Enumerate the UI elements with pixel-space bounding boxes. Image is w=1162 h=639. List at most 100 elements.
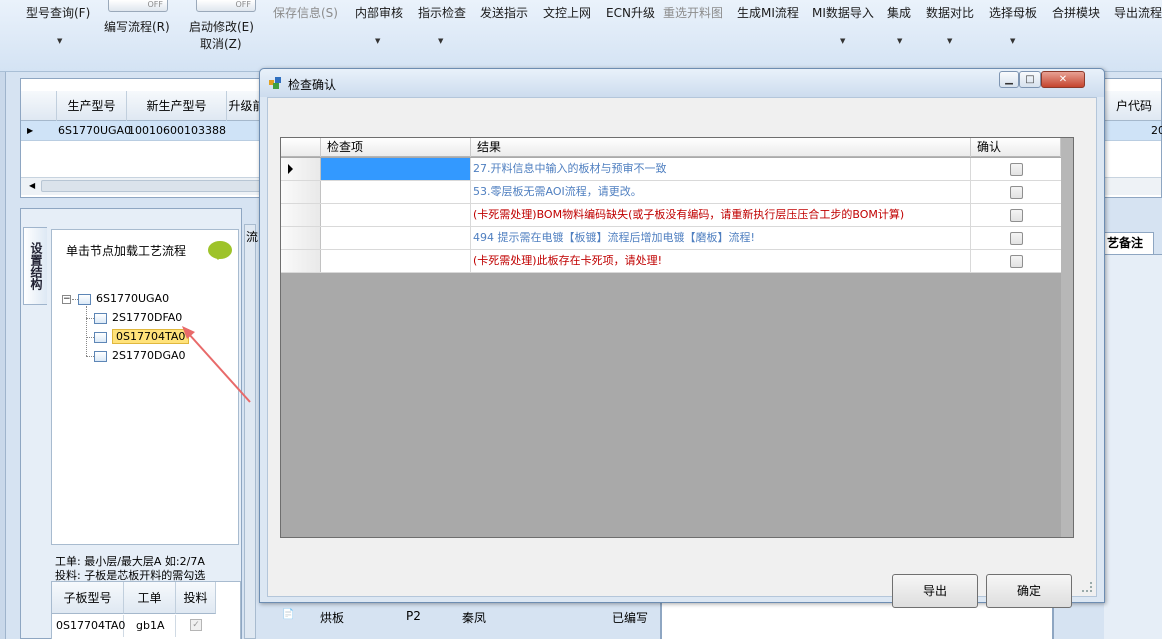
mi-data-import-button[interactable]: MI数据导入 [812,4,874,21]
cell-sub-model[interactable]: 0S17704TA0 [52,615,125,637]
internal-review-dropdown-icon[interactable]: ▼ [375,37,380,45]
data-compare-dropdown-icon[interactable]: ▼ [947,37,952,45]
column-header-order[interactable]: 工单 [124,582,176,614]
dialog-titlebar[interactable]: 检查确认 ▁ □ ✕ [260,69,1104,97]
export-flow-button[interactable]: 导出流程 [1114,4,1162,21]
cell-result[interactable]: 494 提示需在电镀【板镀】流程后增加电镀【磨板】流程! [471,227,971,249]
model-query-dropdown-icon[interactable]: ▼ [57,37,62,45]
start-modify-toggle[interactable]: OFF [196,0,256,12]
feeding-checkbox[interactable]: ✓ [190,619,202,631]
cell-step-code[interactable]: P2 [406,609,421,623]
cell-person[interactable]: 秦凤 [462,609,486,626]
save-info-button[interactable]: 保存信息(S) [273,4,338,21]
scroll-left-icon[interactable]: ◀ [29,181,35,190]
write-flow-button[interactable]: 编写流程(R) [104,18,170,35]
table-row[interactable]: 27.开料信息中输入的板材与预审不一致 [281,158,1061,181]
table-row[interactable]: 53.零层板无需AOI流程，请更改。 [281,181,1061,204]
cell-confirm [971,204,1061,226]
internal-review-button[interactable]: 内部审核 [355,4,403,21]
tree-node-child[interactable]: 2S1770DFA0 [94,311,182,324]
select-all-corner[interactable] [281,138,321,157]
vertical-scrollbar[interactable] [1061,138,1073,537]
send-instruction-button[interactable]: 发送指示 [480,4,528,21]
cell-confirm [971,227,1061,249]
ok-button[interactable]: 确定 [986,574,1072,608]
doc-control-online-button[interactable]: 文控上网 [543,4,591,21]
ecn-upgrade-button[interactable]: ECN升级 [606,4,655,21]
column-header-model[interactable]: 生产型号 [57,91,127,121]
integrate-button[interactable]: 集成 [887,4,911,21]
table-row[interactable]: (卡死需处理)此板存在卡死项，请处理! [281,250,1061,273]
instruction-check-button[interactable]: 指示检查 [418,4,466,21]
column-header-feeding[interactable]: 投料 [176,582,216,614]
cell-step-name[interactable]: 烘板 [320,609,344,626]
cell-check-item[interactable] [321,227,471,249]
column-header-result[interactable]: 结果 [471,138,971,157]
cell-check-item[interactable] [321,181,471,203]
model-query-button[interactable]: 型号查询(F) [26,4,90,21]
table-row[interactable]: (卡死需处理)BOM物料编码缺失(或子板没有编码，请重新执行层压压合工步的BOM… [281,204,1061,227]
column-header-new-model[interactable]: 新生产型号 [127,91,227,121]
cell-confirm [971,181,1061,203]
collapse-icon[interactable]: − [62,295,71,304]
sub-board-grid: 子板型号 工单 投料 0S17704TA0 gb1A ✓ [51,581,241,639]
flow-panel-label: 流 [246,230,259,244]
resize-grip-icon[interactable] [1082,582,1092,592]
mi-data-import-dropdown-icon[interactable]: ▼ [840,37,845,45]
merge-module-button[interactable]: 合拼模块 [1052,4,1100,21]
row-header[interactable] [281,250,321,272]
column-header-sub-model[interactable]: 子板型号 [52,582,124,614]
confirm-checkbox[interactable] [1010,163,1023,176]
tree-node-label: 0S17704TA0 [112,329,190,344]
table-row[interactable]: 494 提示需在电镀【板镀】流程后增加电镀【磨板】流程! [281,227,1061,250]
tab-settings-structure[interactable]: 设置结构 [23,227,47,305]
maximize-button[interactable]: □ [1019,71,1041,88]
cell-result[interactable]: (卡死需处理)BOM物料编码缺失(或子板没有编码，请重新执行层压压合工步的BOM… [471,204,971,226]
row-header[interactable] [281,204,321,226]
cancel-button[interactable]: 取消(Z) [200,35,242,52]
minimize-button[interactable]: ▁ [999,71,1019,88]
check-confirm-dialog: 检查确认 ▁ □ ✕ 检查项 结果 确认 27.开料信息中输入的板材与预审不一致… [259,68,1105,608]
generate-mi-flow-button[interactable]: 生成MI流程 [737,4,799,21]
cell-result[interactable]: 27.开料信息中输入的板材与预审不一致 [471,158,971,180]
cell-status[interactable]: 已编写 [612,609,648,626]
confirm-checkbox[interactable] [1010,255,1023,268]
scrollbar-thumb[interactable] [41,180,261,192]
cell-order[interactable]: gb1A [132,615,176,637]
tree-node-root[interactable]: 6S1770UGA0 [78,292,169,305]
cell-check-item[interactable] [321,158,471,180]
cell-new-model[interactable]: 10010600103388 [128,121,226,141]
row-pointer-icon: ▶ [27,126,34,135]
cell-result[interactable]: (卡死需处理)此板存在卡死项，请处理! [471,250,971,272]
start-modify-button[interactable]: 启动修改(E) [189,18,254,35]
confirm-checkbox[interactable] [1010,209,1023,222]
tree-node-child[interactable]: 2S1770DGA0 [94,349,186,362]
reselect-cutting-chart-button[interactable]: 重选开料图 [663,4,723,21]
cell-result[interactable]: 53.零层板无需AOI流程，请更改。 [471,181,971,203]
flow-row[interactable]: 📄 烘板 P2 秦凤 已编写 [276,603,666,633]
cell-model[interactable]: 6S1770UGA0 [58,121,131,141]
column-header-confirm[interactable]: 确认 [971,138,1061,157]
cell-check-item[interactable] [321,250,471,272]
export-button[interactable]: 导出 [892,574,978,608]
data-compare-button[interactable]: 数据对比 [926,4,974,21]
row-pointer-icon [288,164,293,174]
select-mother-board-button[interactable]: 选择母板 [989,4,1037,21]
select-mother-board-dropdown-icon[interactable]: ▼ [1010,37,1015,45]
row-header[interactable] [281,158,321,180]
integrate-dropdown-icon[interactable]: ▼ [897,37,902,45]
column-header-check-item[interactable]: 检查项 [321,138,471,157]
instruction-check-dropdown-icon[interactable]: ▼ [438,37,443,45]
confirm-checkbox[interactable] [1010,232,1023,245]
row-header[interactable] [281,181,321,203]
cell-check-item[interactable] [321,204,471,226]
column-header-customer-code[interactable]: 户代码 [1105,91,1162,121]
select-all-corner[interactable] [21,91,57,121]
write-flow-toggle[interactable]: OFF [108,0,168,12]
confirm-checkbox[interactable] [1010,186,1023,199]
close-button[interactable]: ✕ [1041,71,1085,88]
row-header[interactable] [281,227,321,249]
comment-bubble-icon[interactable] [208,241,232,260]
tree-node-child-selected[interactable]: 0S17704TA0 [94,329,190,344]
cell-customer-code[interactable]: 20 [1151,121,1162,141]
